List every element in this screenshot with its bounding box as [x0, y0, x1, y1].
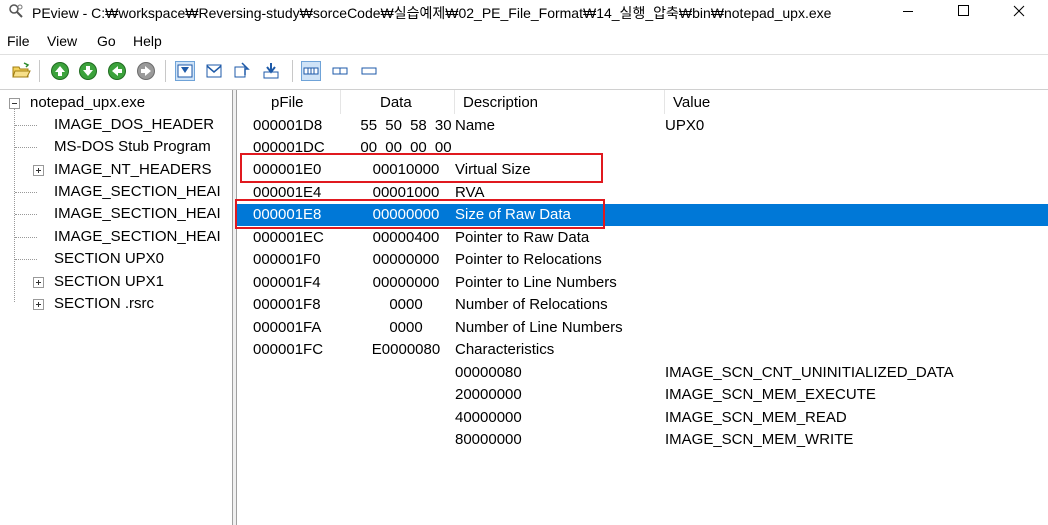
table-row[interactable]: 000001E0 00010000 Virtual Size — [237, 159, 1048, 181]
expand-icon[interactable] — [33, 299, 44, 310]
toolbar-separator — [165, 60, 166, 82]
window-title: PEview - C:₩workspace₩Reversing-study₩so… — [32, 5, 832, 21]
column-header-data[interactable]: Data — [341, 90, 455, 114]
close-icon — [1013, 5, 1025, 17]
table-row[interactable]: 20000000 IMAGE_SCN_MEM_EXECUTE — [237, 384, 1048, 406]
expand-icon[interactable] — [33, 165, 44, 176]
toolbar — [0, 54, 1048, 90]
expand-icon[interactable] — [33, 277, 44, 288]
table-row[interactable]: 000001D8 55 50 58 30 Name UPX0 — [237, 115, 1048, 137]
tree-connector — [15, 259, 37, 260]
layout-2-icon[interactable] — [330, 61, 350, 81]
tree-connector — [15, 192, 37, 193]
view-bytes-icon[interactable] — [175, 61, 195, 81]
back-green-icon[interactable] — [50, 61, 70, 81]
close-button[interactable] — [996, 0, 1042, 23]
collapse-icon[interactable] — [9, 98, 20, 109]
tree-pane[interactable]: notepad_upx.exe IMAGE_DOS_HEADER MS-DOS … — [0, 90, 232, 525]
tree-connector — [15, 125, 37, 126]
tree-connector — [15, 214, 37, 215]
magnifier-icon — [9, 4, 23, 18]
minimize-button[interactable] — [885, 0, 931, 23]
open-folder-icon[interactable] — [11, 61, 31, 81]
table-row[interactable]: 000001F4 00000000 Pointer to Line Number… — [237, 272, 1048, 294]
view-words-icon[interactable] — [204, 61, 224, 81]
table-row-selected[interactable]: 000001E8 00000000 Size of Raw Data — [237, 204, 1048, 226]
menu-bar: File View Go Help — [0, 30, 1048, 52]
menu-go[interactable]: Go — [97, 33, 116, 49]
column-header-value[interactable]: Value — [665, 90, 1048, 114]
table-row[interactable]: 000001EC 00000400 Pointer to Raw Data — [237, 227, 1048, 249]
layout-3-icon[interactable] — [359, 61, 379, 81]
menu-file[interactable]: File — [7, 33, 30, 49]
title-bar: PEview - C:₩workspace₩Reversing-study₩so… — [0, 0, 1048, 23]
table-row[interactable]: 000001E4 00001000 RVA — [237, 182, 1048, 204]
view-dwords-icon[interactable] — [233, 61, 253, 81]
table-row[interactable]: 000001F8 0000 Number of Relocations — [237, 294, 1048, 316]
tree-connector — [15, 147, 37, 148]
table-row[interactable]: 000001FA 0000 Number of Line Numbers — [237, 317, 1048, 339]
column-header-pfile[interactable]: pFile — [237, 90, 341, 114]
up-green-icon[interactable] — [107, 61, 127, 81]
menu-help[interactable]: Help — [133, 33, 162, 49]
view-qwords-icon[interactable] — [261, 61, 281, 81]
table-row[interactable]: 00000080 IMAGE_SCN_CNT_UNINITIALIZED_DAT… — [237, 362, 1048, 384]
layout-1-icon[interactable] — [301, 61, 321, 81]
maximize-icon — [958, 5, 969, 16]
down-gray-icon[interactable] — [136, 61, 156, 81]
minimize-icon — [903, 11, 913, 12]
column-header-description[interactable]: Description — [455, 90, 665, 114]
menu-view[interactable]: View — [47, 33, 77, 49]
detail-list[interactable]: pFile Data Description Value 000001D8 55… — [237, 90, 1048, 525]
tree-guide-line — [14, 108, 15, 302]
tree-connector — [15, 237, 37, 238]
toolbar-separator — [292, 60, 293, 82]
forward-green-icon[interactable] — [78, 61, 98, 81]
table-row[interactable]: 80000000 IMAGE_SCN_MEM_WRITE — [237, 429, 1048, 451]
table-row[interactable]: 000001FC E0000080 Characteristics — [237, 339, 1048, 361]
table-row[interactable]: 000001F0 00000000 Pointer to Relocations — [237, 249, 1048, 271]
toolbar-separator — [39, 60, 40, 82]
table-row[interactable]: 000001DC 00 00 00 00 — [237, 137, 1048, 159]
table-row[interactable]: 40000000 IMAGE_SCN_MEM_READ — [237, 407, 1048, 429]
maximize-button[interactable] — [940, 0, 986, 23]
